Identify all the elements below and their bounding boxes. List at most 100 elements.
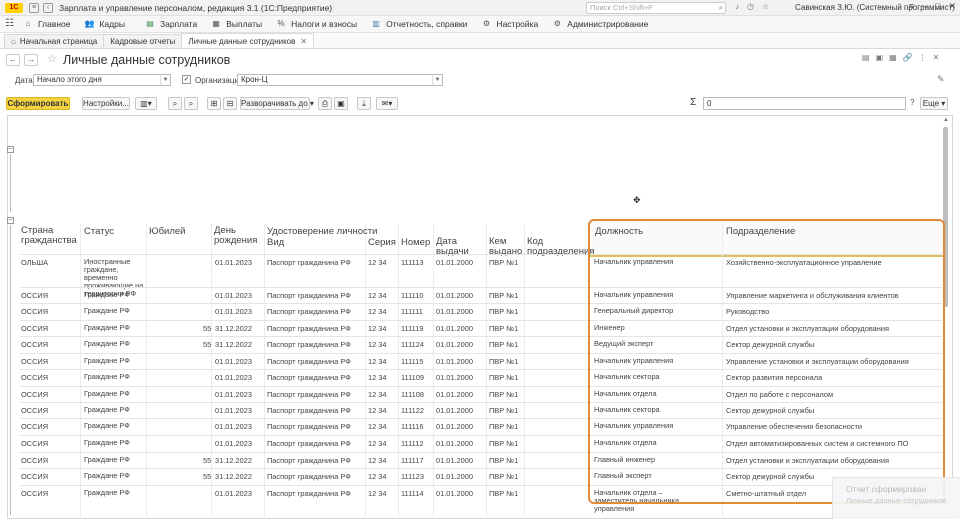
link-icon[interactable]: 🔗	[903, 53, 913, 62]
notification-toast[interactable]: Отчет сформирован Личные данные сотрудни…	[832, 477, 960, 519]
table-cell-number[interactable]: 111108	[401, 390, 424, 399]
organization-field[interactable]: Крон-Ц ▼	[237, 74, 443, 86]
table-cell-issued[interactable]: 01.01.2000	[436, 456, 473, 465]
table-cell-kind[interactable]: Паспорт гражданина РФ	[267, 324, 351, 333]
table-cell-by[interactable]: ПВР №1	[489, 307, 518, 316]
more-button[interactable]: Еще ▾	[920, 97, 948, 110]
sections-grid-icon[interactable]: ☷	[5, 18, 17, 30]
table-cell-number[interactable]: 111113	[401, 258, 423, 267]
table-cell-status[interactable]: Граждане РФ	[84, 489, 146, 497]
table-cell-birth[interactable]: 01.01.2023	[215, 406, 252, 415]
table-cell-kind[interactable]: Паспорт гражданина РФ	[267, 373, 351, 382]
menu-item-taxes[interactable]: % Налоги и взносы	[276, 19, 358, 29]
close-icon[interactable]: ✕	[948, 1, 956, 12]
table-cell-status[interactable]: Граждане РФ	[84, 472, 146, 480]
table-cell-number[interactable]: 111124	[401, 340, 424, 349]
date-field[interactable]: Начало этого дня ▼	[33, 74, 171, 86]
save-icon[interactable]: ▣	[876, 53, 884, 62]
table-cell-number[interactable]: 111110	[401, 291, 423, 300]
table-cell-by[interactable]: ПВР №1	[489, 456, 518, 465]
table-cell-series[interactable]: 12 34	[368, 373, 387, 382]
menu-item-payments[interactable]: ▦ Выплаты	[211, 19, 262, 29]
favorites-icon[interactable]: ☆	[762, 2, 769, 11]
menu-item-admin[interactable]: ⚙ Администрирование	[552, 19, 649, 29]
back-icon[interactable]: ‹	[43, 2, 53, 13]
table-cell-issued[interactable]: 01.01.2000	[436, 291, 473, 300]
table-cell-kind[interactable]: Паспорт гражданина РФ	[267, 422, 351, 431]
table-cell-number[interactable]: 111109	[401, 373, 424, 382]
table-cell-number[interactable]: 111119	[401, 324, 423, 333]
menu-icon[interactable]: ≡	[29, 2, 39, 13]
table-cell-birth[interactable]: 31.12.2022	[215, 340, 252, 349]
table-cell-status[interactable]: Граждане РФ	[84, 357, 146, 365]
table-cell-series[interactable]: 12 34	[368, 406, 387, 415]
scroll-up-icon[interactable]: ▲	[943, 117, 949, 123]
global-search-input[interactable]: Поиск Ctrl+Shift+F ⌕	[586, 2, 726, 14]
table-cell-country[interactable]: ОССИЯ	[21, 357, 48, 366]
table-cell-number[interactable]: 111117	[401, 456, 423, 465]
more-menu-icon[interactable]: ⋮	[919, 53, 927, 62]
table-cell-birth[interactable]: 01.01.2023	[215, 307, 252, 316]
tab-home[interactable]: ⌂ Начальная страница	[4, 34, 105, 48]
table-cell-kind[interactable]: Паспорт гражданина РФ	[267, 357, 351, 366]
table-cell-issued[interactable]: 01.01.2000	[436, 307, 473, 316]
table-cell-country[interactable]: ОЛЬША	[21, 258, 48, 267]
table-cell-number[interactable]: 111116	[401, 422, 423, 431]
minimize-icon[interactable]: –	[922, 1, 927, 12]
maximize-icon[interactable]: □	[935, 1, 940, 12]
back-button[interactable]: ←	[6, 54, 20, 66]
table-cell-kind[interactable]: Паспорт гражданина РФ	[267, 291, 351, 300]
table-cell-kind[interactable]: Паспорт гражданина РФ	[267, 340, 351, 349]
sum-field[interactable]: 0	[703, 97, 906, 110]
table-cell-status[interactable]: Граждане РФ	[84, 406, 146, 414]
table-cell-status[interactable]: Граждане РФ	[84, 456, 146, 464]
table-cell-series[interactable]: 12 34	[368, 324, 387, 333]
table-cell-series[interactable]: 12 34	[368, 489, 387, 498]
expand-to-button[interactable]: Разворачивать до ▾	[240, 97, 314, 110]
table-cell-series[interactable]: 12 34	[368, 422, 387, 431]
table-cell-birth[interactable]: 31.12.2022	[215, 456, 252, 465]
table-cell-kind[interactable]: Паспорт гражданина РФ	[267, 456, 351, 465]
table-cell-status[interactable]: Граждане РФ	[84, 390, 146, 398]
table-cell-status[interactable]: Граждане РФ	[84, 291, 146, 299]
table-cell-by[interactable]: ПВР №1	[489, 324, 518, 333]
table-cell-number[interactable]: 111122	[401, 406, 424, 415]
table-cell-birth[interactable]: 01.01.2023	[215, 489, 252, 498]
table-cell-by[interactable]: ПВР №1	[489, 340, 518, 349]
table-cell-series[interactable]: 12 34	[368, 390, 387, 399]
table-cell-by[interactable]: ПВР №1	[489, 472, 518, 481]
history-icon[interactable]: ◷	[747, 2, 754, 11]
find-button[interactable]: ⌕	[168, 97, 182, 110]
table-cell-issued[interactable]: 01.01.2000	[436, 390, 473, 399]
table-cell-issued[interactable]: 01.01.2000	[436, 340, 473, 349]
table-cell-status[interactable]: Граждане РФ	[84, 324, 146, 332]
forward-button[interactable]: →	[24, 54, 38, 66]
group-collapse-toggle[interactable]: −	[7, 146, 14, 153]
table-cell-series[interactable]: 12 34	[368, 439, 387, 448]
table-cell-number[interactable]: 111115	[401, 357, 423, 366]
group-button[interactable]: ⊞	[207, 97, 221, 110]
table-cell-series[interactable]: 12 34	[368, 258, 387, 267]
table-cell-by[interactable]: ПВР №1	[489, 390, 518, 399]
help-icon[interactable]: ?	[910, 98, 914, 107]
table-cell-series[interactable]: 12 34	[368, 291, 387, 300]
chevron-down-icon[interactable]: ▼	[160, 75, 170, 85]
table-cell-jubilee[interactable]: 55	[203, 456, 211, 465]
pin-icon[interactable]: ✎	[937, 74, 945, 85]
menu-item-reports[interactable]: ▥ Отчетность, справки	[371, 19, 467, 29]
table-cell-birth[interactable]: 01.01.2023	[215, 422, 252, 431]
table-cell-birth[interactable]: 01.01.2023	[215, 373, 252, 382]
table-cell-by[interactable]: ПВР №1	[489, 406, 518, 415]
table-cell-country[interactable]: ОССИЯ	[21, 422, 48, 431]
table-cell-country[interactable]: ОССИЯ	[21, 439, 48, 448]
table-cell-issued[interactable]: 01.01.2000	[436, 489, 473, 498]
print-button[interactable]: ⎙	[318, 97, 332, 110]
send-button[interactable]: ✉▾	[376, 97, 398, 110]
table-cell-country[interactable]: ОССИЯ	[21, 373, 48, 382]
table-cell-number[interactable]: 111114	[401, 489, 423, 498]
table-cell-issued[interactable]: 01.01.2000	[436, 258, 473, 267]
table-cell-birth[interactable]: 01.01.2023	[215, 390, 252, 399]
table-cell-issued[interactable]: 01.01.2000	[436, 422, 473, 431]
table-cell-jubilee[interactable]: 55	[203, 340, 211, 349]
table-cell-birth[interactable]: 01.01.2023	[215, 291, 252, 300]
